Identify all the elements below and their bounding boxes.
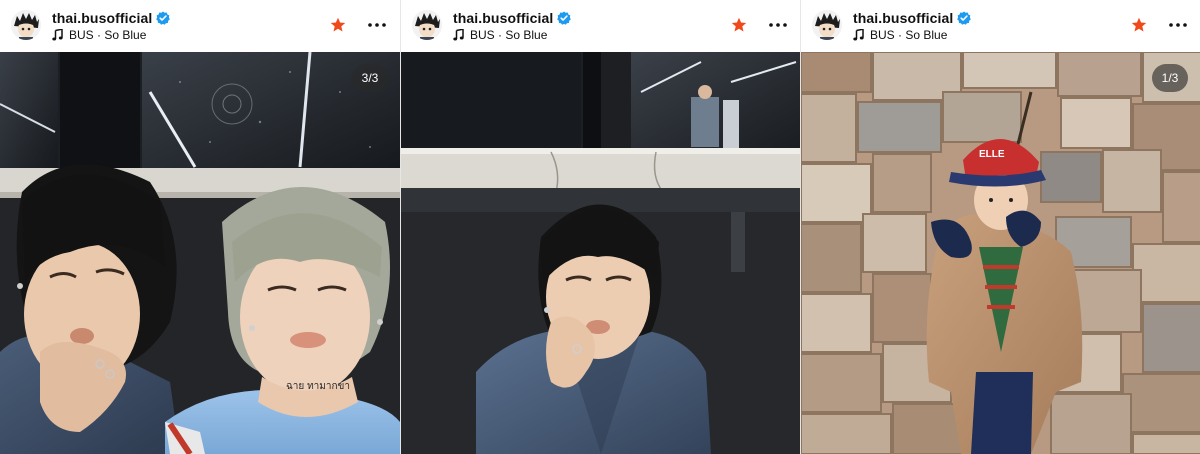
cap-text: ELLE	[979, 149, 1005, 160]
post-header: thai.busofficial BUS · So Blue	[801, 0, 1200, 52]
music-row[interactable]: BUS · So Blue	[853, 28, 947, 42]
post-panel-2: thai.busofficial BUS · So Blue	[400, 0, 800, 454]
favorite-star-icon[interactable]	[1131, 17, 1147, 33]
avatar[interactable]	[412, 10, 442, 40]
tattoo-text: ฉาย ทามากขา	[286, 381, 350, 392]
username-row: thai.busofficial	[853, 10, 972, 26]
post-photo[interactable]: ELLE	[801, 52, 1200, 454]
verified-badge-icon	[557, 11, 572, 25]
music-row[interactable]: BUS · So Blue	[453, 28, 547, 42]
username[interactable]: thai.busofficial	[453, 10, 553, 26]
more-options-icon[interactable]	[1168, 21, 1188, 29]
username[interactable]: thai.busofficial	[853, 10, 953, 26]
verified-badge-icon	[957, 11, 972, 25]
music-label: BUS · So Blue	[870, 28, 948, 42]
post-photo[interactable]: ฉาย ทามากขา	[0, 52, 400, 454]
music-row[interactable]: BUS · So Blue	[52, 28, 146, 42]
music-label: BUS · So Blue	[69, 28, 147, 42]
avatar[interactable]	[11, 10, 41, 40]
slide-counter: 1/3	[1152, 64, 1188, 92]
verified-badge-icon	[156, 11, 171, 25]
music-note-icon	[853, 29, 864, 41]
music-label: BUS · So Blue	[470, 28, 548, 42]
favorite-star-icon[interactable]	[731, 17, 747, 33]
username[interactable]: thai.busofficial	[52, 10, 152, 26]
post-panel-3: thai.busofficial BUS · So Blue ELLE 1/3	[800, 0, 1200, 454]
username-row: thai.busofficial	[453, 10, 572, 26]
post-photo[interactable]	[401, 52, 800, 454]
favorite-star-icon[interactable]	[330, 17, 346, 33]
avatar[interactable]	[812, 10, 842, 40]
username-row: thai.busofficial	[52, 10, 171, 26]
more-options-icon[interactable]	[367, 21, 387, 29]
post-strip: thai.busofficial BUS · So Blue ฉาย ทามาก…	[0, 0, 1200, 454]
more-options-icon[interactable]	[768, 21, 788, 29]
post-panel-1: thai.busofficial BUS · So Blue ฉาย ทามาก…	[0, 0, 400, 454]
slide-counter: 3/3	[352, 64, 388, 92]
post-header: thai.busofficial BUS · So Blue	[401, 0, 800, 52]
post-header: thai.busofficial BUS · So Blue	[0, 0, 400, 52]
music-note-icon	[453, 29, 464, 41]
music-note-icon	[52, 29, 63, 41]
